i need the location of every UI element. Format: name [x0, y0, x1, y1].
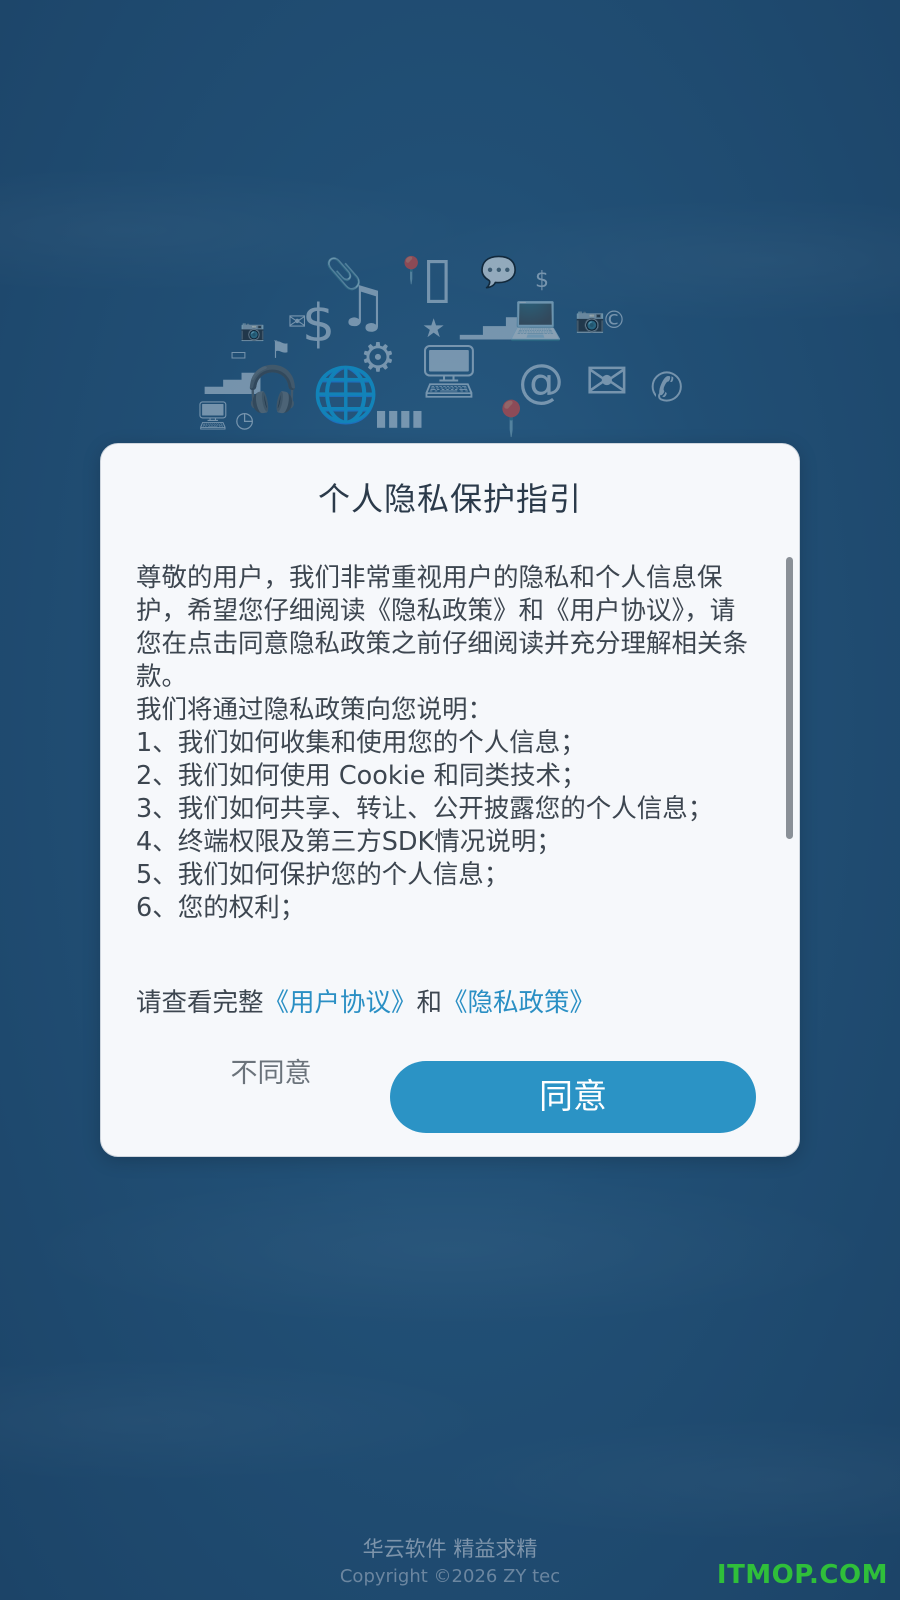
battery-full-icon: ▮▮▮▮ — [375, 406, 424, 431]
computer-small-icon: 🖥 — [195, 399, 231, 432]
list-item: 5、我们如何保护您的个人信息； — [136, 860, 510, 890]
monitor-icon: 🖥 — [416, 342, 483, 402]
intro-paragraph: 尊敬的用户，我们非常重视用户的隐私和个人信息保护，希望您仔细阅读《隐私政策》和《… — [136, 563, 749, 692]
dialog-title: 个人隐私保护指引 — [317, 480, 582, 518]
map-pin-icon: 📍 — [490, 399, 533, 439]
clock-icon: ◷ — [235, 408, 255, 433]
list-item: 6、您的权利； — [136, 893, 306, 923]
links-prefix: 请查看完整 — [136, 988, 264, 1018]
list-item: 4、终端权限及第三方SDK情况说明； — [136, 827, 562, 857]
list-item: 3、我们如何共享、转让、公开披露您的个人信息； — [136, 794, 714, 824]
music-note-icon: ♫ — [338, 275, 389, 340]
links-and: 和 — [416, 988, 443, 1018]
globe-icon: 🌐 — [312, 363, 380, 426]
privacy-policy-link[interactable]: 《隐私政策》 — [442, 988, 595, 1018]
section-heading: 我们将通过隐私政策向您说明： — [136, 695, 494, 725]
dollar-large-icon: $ — [302, 294, 336, 354]
envelope-icon: ✉ — [585, 352, 629, 412]
laptop-icon: 💻 — [508, 292, 563, 343]
list-item: 2、我们如何使用 Cookie 和同类技术； — [136, 761, 587, 791]
decorative-icon-cloud: 📎 📍 ▯ 💬 $ ✉ $ ♫ ★ ▁▃▅ 💻 📷 © 📷 ▭ ⚑ ⚙ 🖥 @ … — [190, 250, 710, 450]
flag-icon: ⚑ — [270, 336, 292, 364]
copyright-icon: © — [602, 306, 626, 334]
policy-links-line: 请查看完整《用户协议》和《隐私政策》 — [136, 982, 595, 1019]
disagree-button[interactable]: 不同意 — [221, 1052, 321, 1096]
agree-button[interactable]: 同意 — [390, 1061, 756, 1133]
camera-icon: 📷 — [575, 306, 605, 334]
dialog-body[interactable]: 尊敬的用户，我们非常重视用户的隐私和个人信息保护，希望您仔细阅读《隐私政策》和《… — [136, 562, 756, 925]
list-item: 1、我们如何收集和使用您的个人信息； — [136, 728, 586, 758]
privacy-dialog: 个人隐私保护指引 尊敬的用户，我们非常重视用户的隐私和个人信息保护，希望您仔细阅… — [100, 443, 800, 1157]
dollar-icon: $ — [535, 268, 549, 293]
star-icon: ★ — [422, 314, 446, 344]
dialog-scrollbar[interactable] — [786, 557, 793, 839]
at-sign-icon: @ — [518, 354, 564, 408]
site-watermark: ITMOP.COM — [716, 1560, 888, 1590]
footer-brand: 华云软件 精益求精 — [362, 1537, 538, 1561]
user-agreement-link[interactable]: 《用户协议》 — [264, 988, 417, 1018]
phone-icon: ✆ — [650, 365, 684, 411]
battery-icon: ▭ — [230, 344, 248, 365]
chat-icon: 💬 — [480, 255, 518, 290]
camera-small-icon: 📷 — [240, 318, 265, 342]
tablet-icon: ▯ — [422, 245, 453, 310]
headphones-icon: 🎧 — [245, 364, 300, 415]
